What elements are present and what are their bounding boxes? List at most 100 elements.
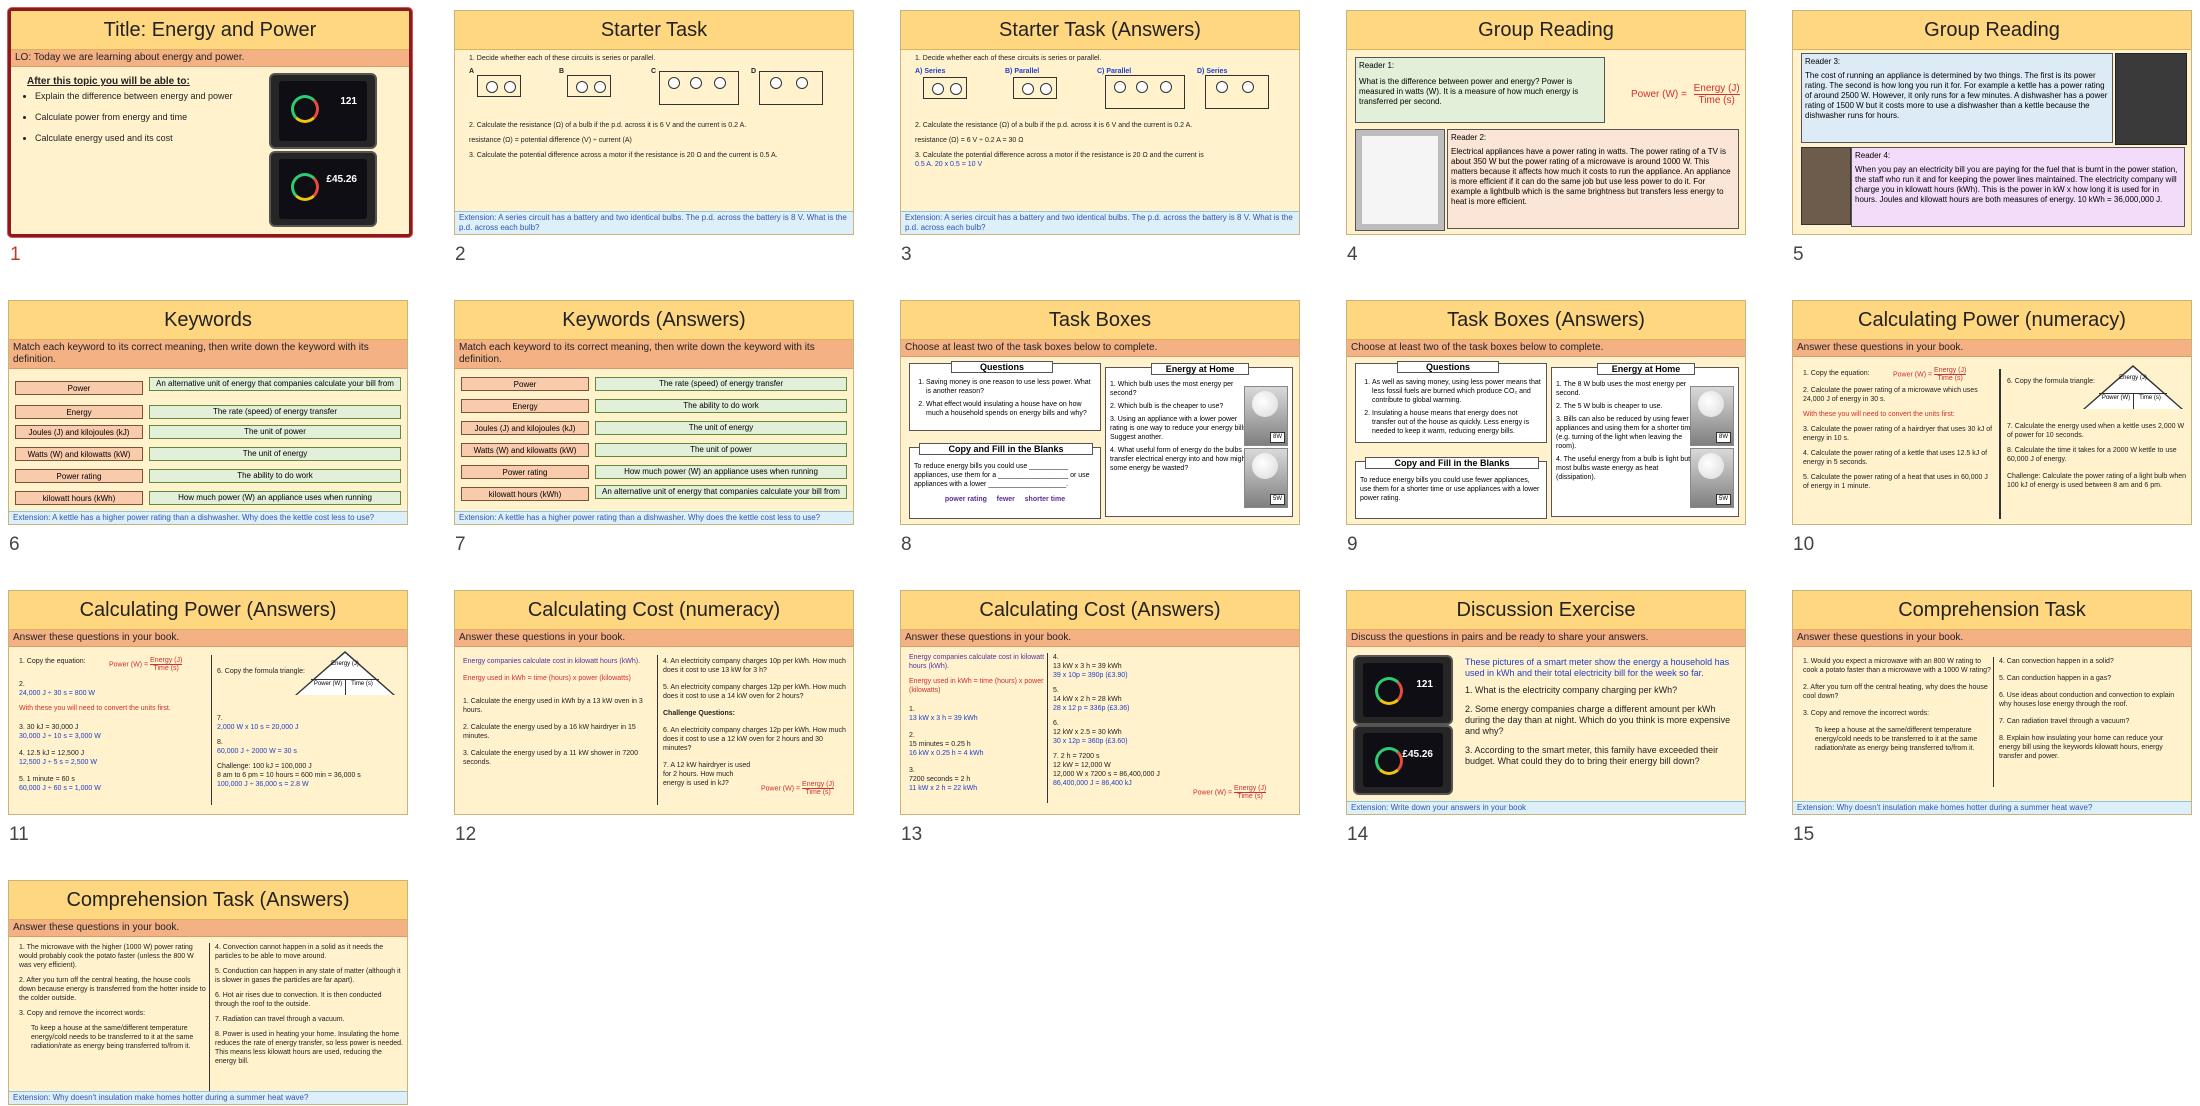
power-formula: Power (W) = Energy (J) Time (s) (109, 657, 183, 672)
keyword-box: Power rating (15, 469, 143, 483)
slide-title: Discussion Exercise (1347, 591, 1745, 630)
energy-at-home-heading: Energy at Home (1597, 363, 1695, 375)
slide-title: Comprehension Task (1793, 591, 2191, 630)
keyword-box: Watts (W) and kilowatts (kW) (461, 443, 589, 457)
definition-box: How much power (W) an appliance uses whe… (595, 465, 847, 479)
definition-box: The rate (speed) of energy transfer (149, 405, 401, 419)
slide-title: Starter Task (Answers) (901, 11, 1299, 50)
keyword-box: Power rating (461, 465, 589, 479)
slide-thumbnail-5[interactable]: Group Reading Reader 3: The cost of runn… (1792, 10, 2192, 235)
slide-number: 11 (9, 824, 29, 845)
slide-thumbnail-11[interactable]: Calculating Power (Answers) Answer these… (8, 590, 408, 815)
instruction-band: Match each keyword to its correct meanin… (455, 340, 853, 369)
power-formula: Power (W) = Energy (J) Time (s) (1631, 83, 1740, 106)
keyword-box: Energy (15, 405, 143, 419)
slide-thumbnail-1[interactable]: Title: Energy and Power LO: Today we are… (8, 8, 412, 237)
keyword-box: Joules (J) and kilojoules (kJ) (15, 425, 143, 439)
slide-title: Calculating Power (Answers) (9, 591, 407, 630)
slide-title: Group Reading (1347, 11, 1745, 50)
slide-thumbnail-2[interactable]: Starter Task 1. Decide whether each of t… (454, 10, 854, 235)
instruction-band: Match each keyword to its correct meanin… (9, 340, 407, 369)
slide-number: 7 (455, 534, 466, 555)
slide-thumbnail-4[interactable]: Group Reading Reader 1: What is the diff… (1346, 10, 1746, 235)
slide-title: Calculating Power (numeracy) (1793, 301, 2191, 340)
kettle-image (1801, 147, 1851, 225)
slide-number: 3 (901, 244, 912, 265)
energy-at-home-box: 1. Which bulb uses the most energy per s… (1105, 367, 1293, 517)
extension-bar: Extension: A kettle has a higher power r… (9, 511, 407, 524)
definition-box: The unit of energy (149, 447, 401, 461)
slide-thumbnail-14[interactable]: Discussion Exercise Discuss the question… (1346, 590, 1746, 815)
slide-title: Task Boxes (Answers) (1347, 301, 1745, 340)
extension-bar: Extension: Write down your answers in yo… (1347, 801, 1745, 814)
fill-blanks-box: To reduce energy bills you could use ___… (909, 447, 1101, 519)
reader-1-box: Reader 1: What is the difference between… (1355, 57, 1605, 123)
slide-number: 2 (455, 244, 466, 265)
instruction-band: Choose at least two of the task boxes be… (1347, 340, 1745, 357)
instruction-band: Choose at least two of the task boxes be… (901, 340, 1299, 357)
energy-at-home-heading: Energy at Home (1151, 363, 1249, 375)
slide-thumbnail-8[interactable]: Task Boxes Choose at least two of the ta… (900, 300, 1300, 525)
power-formula: Power (W) = Energy (J) Time (s) (1893, 367, 1967, 382)
question-text: 2. Calculate the resistance (Ω) of a bul… (915, 122, 1193, 129)
slide-title: Title: Energy and Power (11, 11, 409, 50)
instruction-band: Answer these questions in your book. (9, 630, 407, 647)
slide-title: Keywords (Answers) (455, 301, 853, 340)
energy-at-home-box: 1. The 8 W bulb uses the most energy per… (1551, 367, 1739, 517)
slide-number: 1 (10, 244, 21, 265)
slide-thumbnail-7[interactable]: Keywords (Answers) Match each keyword to… (454, 300, 854, 525)
instruction-band: Answer these questions in your book. (1793, 340, 2191, 357)
bulb-image: 8W (1690, 386, 1734, 446)
question-text: resistance (Ω) = potential difference (V… (469, 137, 632, 144)
definition-box: The rate (speed) of energy transfer (595, 377, 847, 391)
slide-thumbnail-3[interactable]: Starter Task (Answers) 1. Decide whether… (900, 10, 1300, 235)
slide-number: 6 (9, 534, 20, 555)
slide-number: 14 (1347, 824, 1369, 845)
answer-text: resistance (Ω) = 6 V ÷ 0.2 A = 30 Ω (915, 137, 1024, 144)
slide-thumbnail-13[interactable]: Calculating Cost (Answers) Answer these … (900, 590, 1300, 815)
extension-bar: Extension: A kettle has a higher power r… (455, 511, 853, 524)
slide-thumbnail-15[interactable]: Comprehension Task Answer these question… (1792, 590, 2192, 815)
slide-number: 9 (1347, 534, 1358, 555)
slide-thumbnail-10[interactable]: Calculating Power (numeracy) Answer thes… (1792, 300, 2192, 525)
slide-number: 10 (1793, 534, 1815, 555)
slide-title: Calculating Cost (Answers) (901, 591, 1299, 630)
formula-triangle: Energy (J) Power (W) Time (s) (295, 651, 395, 697)
keyword-box: kilowatt hours (kWh) (461, 487, 589, 501)
questions-box: As well as saving money, using less powe… (1355, 363, 1547, 443)
circuit-diagrams: A) Series B) Parallel C) Parallel D) Ser… (915, 63, 1285, 113)
question-text: 1. Decide whether each of these circuits… (469, 55, 656, 62)
extension-bar: Extension: Why doesn't insulation make h… (1793, 801, 2191, 814)
question-text: 2. Calculate the resistance (Ω) of a bul… (469, 122, 747, 129)
slide-number: 4 (1347, 244, 1358, 265)
questions-heading: Questions (951, 361, 1053, 373)
bulb-image: 5W (1244, 448, 1288, 508)
slide-thumbnail-16[interactable]: Comprehension Task (Answers) Answer thes… (8, 880, 408, 1105)
keyword-box: Watts (W) and kilowatts (kW) (15, 447, 143, 461)
fill-blanks-heading: Copy and Fill in the Blanks (919, 443, 1093, 455)
power-formula: Power (W) = Energy (J) Time (s) (1193, 785, 1267, 800)
question-text: 3. Calculate the potential difference ac… (469, 152, 778, 159)
definition-box: An alternative unit of energy that compa… (595, 485, 847, 499)
dishwasher-image (2115, 53, 2187, 145)
reader-2-box: Reader 2: Electrical appliances have a p… (1447, 129, 1739, 229)
objective-bullet: Explain the difference between energy an… (35, 91, 275, 102)
slide-thumbnail-12[interactable]: Calculating Cost (numeracy) Answer these… (454, 590, 854, 815)
extension-bar: Extension: Why doesn't insulation make h… (9, 1091, 407, 1104)
keyword-box: kilowatt hours (kWh) (15, 491, 143, 505)
slide-number: 13 (901, 824, 923, 845)
definition-box: The unit of power (149, 425, 401, 439)
definition-box: The ability to do work (595, 399, 847, 413)
fill-blanks-heading: Copy and Fill in the Blanks (1365, 457, 1539, 469)
extension-bar: Extension: A series circuit has a batter… (901, 211, 1299, 234)
instruction-band: Discuss the questions in pairs and be re… (1347, 630, 1745, 647)
smart-meter-image: 121 (1353, 655, 1453, 725)
definition-box: The ability to do work (149, 469, 401, 483)
slide-thumbnail-6[interactable]: Keywords Match each keyword to its corre… (8, 300, 408, 525)
slide-title: Calculating Cost (numeracy) (455, 591, 853, 630)
objective-bullet: Calculate power from energy and time (35, 112, 275, 123)
slide-number: 8 (901, 534, 912, 555)
slide-number: 5 (1793, 244, 1804, 265)
slide-thumbnail-9[interactable]: Task Boxes (Answers) Choose at least two… (1346, 300, 1746, 525)
definition-box: The unit of power (595, 443, 847, 457)
